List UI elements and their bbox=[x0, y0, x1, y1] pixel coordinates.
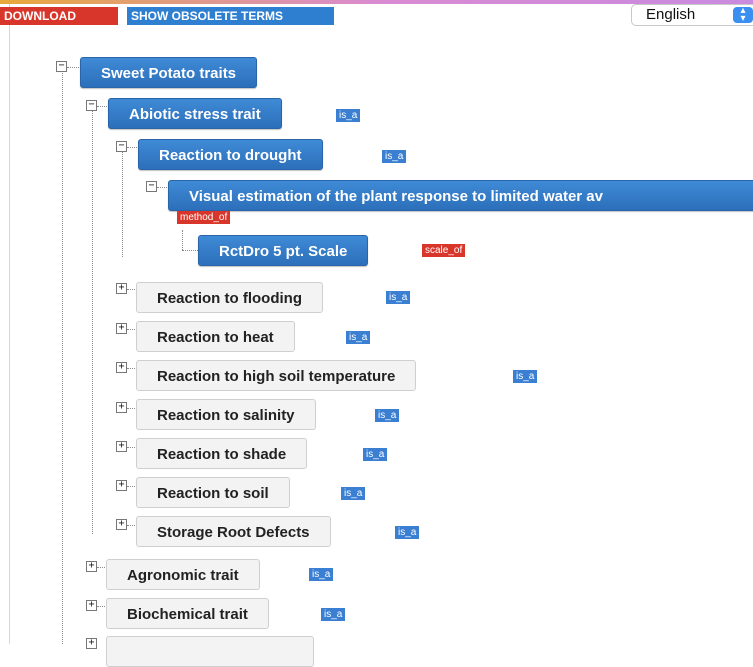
updown-arrow-icon: ▴ ▾ bbox=[733, 6, 753, 24]
expand-icon[interactable]: + bbox=[116, 519, 127, 530]
expand-icon[interactable]: + bbox=[86, 600, 97, 611]
tree-connector bbox=[122, 147, 123, 257]
relation-badge-is-a: is_a bbox=[336, 109, 361, 122]
tree-connector bbox=[182, 250, 198, 251]
node-storage-root-defects[interactable]: Storage Root Defects bbox=[136, 516, 331, 547]
expand-icon[interactable]: + bbox=[116, 323, 127, 334]
tree-connector bbox=[127, 486, 135, 487]
collapse-icon[interactable]: − bbox=[86, 100, 97, 111]
tree-connector bbox=[182, 230, 183, 250]
node-abiotic-stress-trait[interactable]: Abiotic stress trait bbox=[108, 98, 282, 129]
tree-connector bbox=[127, 525, 135, 526]
node-rctdro-scale[interactable]: RctDro 5 pt. Scale bbox=[198, 235, 369, 266]
node-partial-next[interactable] bbox=[106, 636, 314, 667]
show-obsolete-terms-button[interactable]: SHOW OBSOLETE TERMS bbox=[127, 7, 334, 25]
relation-badge-is-a: is_a bbox=[321, 608, 346, 621]
collapse-icon[interactable]: − bbox=[146, 181, 157, 192]
tree-connector bbox=[127, 289, 135, 290]
relation-badge-is-a: is_a bbox=[386, 291, 411, 304]
tree-connector bbox=[97, 606, 105, 607]
node-sweet-potato-traits[interactable]: Sweet Potato traits bbox=[80, 57, 258, 88]
tree-connector bbox=[127, 329, 135, 330]
panel-border bbox=[9, 4, 10, 644]
expand-icon[interactable]: + bbox=[86, 561, 97, 572]
language-select[interactable]: English ▴ ▾ bbox=[631, 4, 753, 26]
node-reaction-to-soil[interactable]: Reaction to soil bbox=[136, 477, 290, 508]
relation-badge-is-a: is_a bbox=[513, 370, 538, 383]
node-reaction-to-shade[interactable]: Reaction to shade bbox=[136, 438, 308, 469]
tree-connector bbox=[127, 147, 137, 148]
relation-badge-is-a: is_a bbox=[382, 150, 407, 163]
node-reaction-to-drought[interactable]: Reaction to drought bbox=[138, 139, 323, 170]
expand-icon[interactable]: + bbox=[116, 480, 127, 491]
relation-badge-method-of: method_of bbox=[177, 211, 231, 224]
tree-connector bbox=[97, 106, 107, 107]
tree-connector bbox=[92, 106, 93, 534]
expand-icon[interactable]: + bbox=[116, 441, 127, 452]
relation-badge-is-a: is_a bbox=[375, 409, 400, 422]
node-reaction-to-salinity[interactable]: Reaction to salinity bbox=[136, 399, 316, 430]
collapse-icon[interactable]: − bbox=[56, 61, 67, 72]
tree-connector bbox=[157, 187, 167, 188]
expand-icon[interactable]: + bbox=[116, 402, 127, 413]
expand-icon[interactable]: + bbox=[116, 283, 127, 294]
relation-badge-is-a: is_a bbox=[346, 331, 371, 344]
tree-connector bbox=[127, 408, 135, 409]
download-button[interactable]: DOWNLOAD bbox=[0, 7, 118, 25]
tree-connector bbox=[127, 447, 135, 448]
relation-badge-is-a: is_a bbox=[309, 568, 334, 581]
tree-connector bbox=[127, 368, 135, 369]
tree-connector bbox=[97, 567, 105, 568]
node-visual-estimation-method[interactable]: Visual estimation of the plant response … bbox=[168, 180, 753, 211]
relation-badge-is-a: is_a bbox=[363, 448, 388, 461]
node-reaction-to-flooding[interactable]: Reaction to flooding bbox=[136, 282, 323, 313]
tree-connector bbox=[62, 67, 63, 644]
expand-icon[interactable]: + bbox=[116, 362, 127, 373]
node-biochemical-trait[interactable]: Biochemical trait bbox=[106, 598, 269, 629]
node-reaction-to-high-soil-temperature[interactable]: Reaction to high soil temperature bbox=[136, 360, 417, 391]
collapse-icon[interactable]: − bbox=[116, 141, 127, 152]
node-agronomic-trait[interactable]: Agronomic trait bbox=[106, 559, 260, 590]
node-reaction-to-heat[interactable]: Reaction to heat bbox=[136, 321, 295, 352]
relation-badge-is-a: is_a bbox=[341, 487, 366, 500]
tree-connector bbox=[67, 67, 79, 68]
language-selected-value: English bbox=[646, 6, 696, 23]
relation-badge-is-a: is_a bbox=[395, 526, 420, 539]
relation-badge-scale-of: scale_of bbox=[422, 244, 466, 257]
